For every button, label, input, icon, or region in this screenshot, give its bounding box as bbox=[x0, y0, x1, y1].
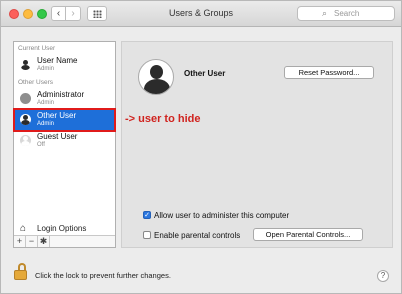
other-users-header: Other Users bbox=[18, 79, 54, 86]
sidebar-item-current-user[interactable]: User Name Admin bbox=[15, 55, 114, 75]
add-user-button[interactable]: + bbox=[14, 236, 26, 247]
avatar-torso bbox=[144, 79, 170, 94]
user-role-label: Admin bbox=[37, 121, 55, 127]
lock-icon[interactable] bbox=[13, 263, 29, 281]
selected-user-name: Other User bbox=[184, 69, 226, 78]
administrator-avatar-icon bbox=[20, 93, 31, 104]
gear-icon[interactable]: ✱ bbox=[38, 236, 50, 247]
user-role-label: Admin bbox=[37, 100, 55, 106]
sidebar-item-guest-user[interactable]: Guest User Off bbox=[15, 131, 114, 151]
user-picture[interactable] bbox=[138, 59, 174, 95]
lock-message: Click the lock to prevent further change… bbox=[35, 271, 171, 280]
users-sidebar: Current User User Name Admin Other Users… bbox=[13, 41, 116, 248]
parental-controls-label: Enable parental controls bbox=[154, 231, 241, 240]
user-name-label: Guest User bbox=[37, 132, 78, 141]
sidebar-item-other-user[interactable]: Other User Admin bbox=[13, 108, 116, 132]
allow-admin-label: Allow user to administer this computer bbox=[154, 211, 290, 220]
sidebar-button-bar: + − ✱ bbox=[14, 235, 115, 247]
sidebar-item-administrator[interactable]: Administrator Admin bbox=[15, 89, 114, 109]
user-name-label: Administrator bbox=[37, 90, 85, 99]
reset-password-button[interactable]: Reset Password... bbox=[284, 66, 374, 79]
user-name-label: Other User bbox=[37, 111, 77, 120]
other-user-avatar-icon bbox=[20, 114, 31, 125]
open-parental-controls-button[interactable]: Open Parental Controls... bbox=[253, 228, 363, 241]
title-bar: ‹ › Users & Groups ⌕ Search bbox=[1, 1, 401, 27]
search-icon: ⌕ bbox=[322, 8, 328, 18]
help-button[interactable]: ? bbox=[377, 270, 389, 282]
annotation-text: -> user to hide bbox=[125, 113, 201, 125]
user-role-label: Off bbox=[37, 142, 45, 148]
search-placeholder: Search bbox=[334, 9, 360, 18]
search-field[interactable]: ⌕ Search bbox=[297, 6, 395, 21]
login-options-item[interactable]: ⌂ Login Options bbox=[15, 222, 114, 236]
house-icon: ⌂ bbox=[20, 223, 27, 234]
allow-admin-checkbox[interactable]: ✓ bbox=[143, 211, 151, 219]
users-groups-window: ‹ › Users & Groups ⌕ Search Current User… bbox=[0, 0, 402, 294]
login-options-label: Login Options bbox=[37, 224, 87, 233]
lock-body bbox=[14, 270, 27, 280]
avatar-head bbox=[150, 65, 163, 79]
user-avatar-icon bbox=[20, 59, 31, 70]
user-name-label: User Name bbox=[37, 56, 78, 65]
parental-controls-checkbox[interactable] bbox=[143, 231, 151, 239]
user-role-label: Admin bbox=[37, 66, 55, 72]
guest-user-avatar-icon bbox=[20, 135, 31, 146]
current-user-header: Current User bbox=[18, 45, 56, 52]
remove-user-button[interactable]: − bbox=[26, 236, 38, 247]
